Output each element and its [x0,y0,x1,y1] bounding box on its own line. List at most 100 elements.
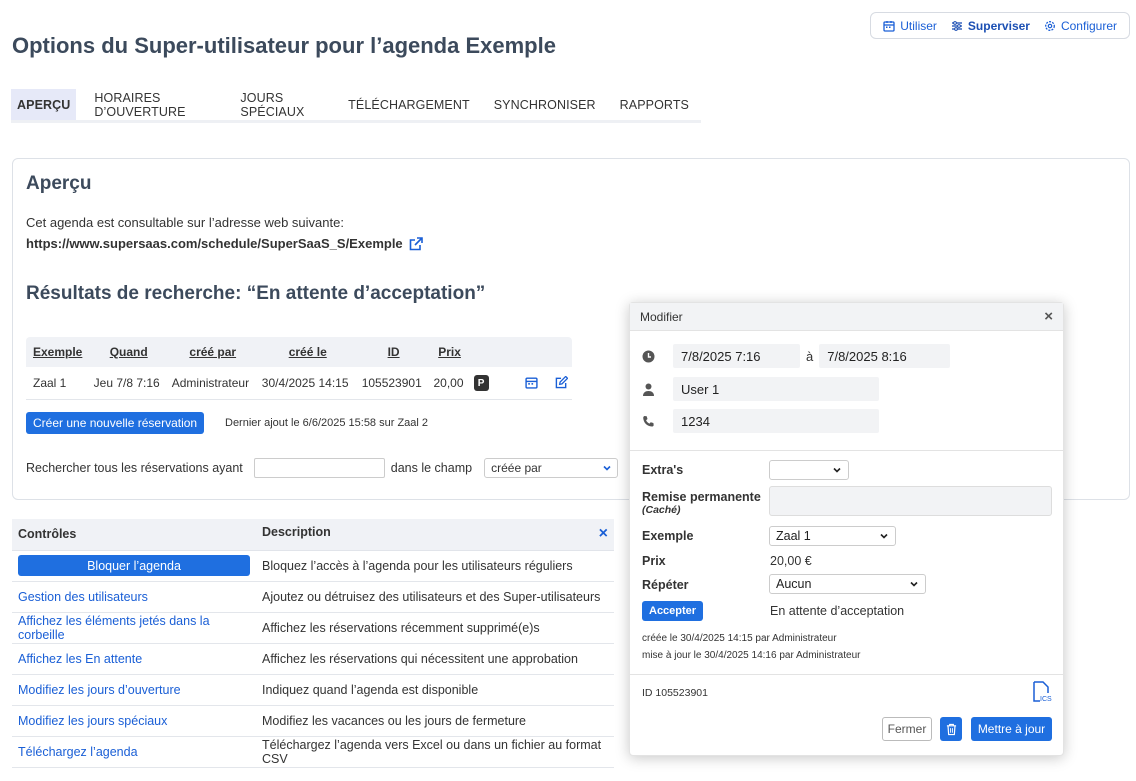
user-field[interactable]: User 1 [673,377,879,401]
edit-opening-days-link[interactable]: Modifiez les jours d’ouverture [18,683,181,697]
tab-opening-hours[interactable]: HORAIRES D’OUVERTURE [82,89,228,120]
table-row: Modifiez les jours d’ouverture Indiquez … [12,674,614,706]
phone-field[interactable]: 1234 [673,409,879,433]
external-link-icon[interactable] [409,236,423,251]
controls-header: Contrôles [12,519,256,551]
last-added-text: Dernier ajout le 6/6/2025 15:58 sur Zaal… [225,417,429,429]
cell-id: 105523901 [357,367,430,400]
payment-badge: P [473,375,489,391]
control-description: Modifiez les vacances ou les jours de fe… [256,705,614,737]
tab-overview[interactable]: APERÇU [11,89,77,120]
phone-row: 1234 [642,409,879,433]
description-header-label: Description [262,525,331,540]
tab-bar: APERÇU HORAIRES D’OUVERTURE JOURS SPÉCIA… [11,89,701,123]
clock-icon [642,350,655,362]
delete-button[interactable] [940,717,962,741]
col-id[interactable]: ID [357,337,430,367]
control-action: Téléchargez l’agenda [12,736,256,768]
ics-file-icon[interactable]: ICS [1032,681,1052,703]
table-row: Modifiez les jours spéciaux Modifiez les… [12,705,614,737]
calendar-icon [883,20,895,32]
schedule-url-text[interactable]: https://www.supersaas.com/schedule/Super… [26,236,403,251]
results-table: Exemple Quand créé par créé le ID Prix Z… [26,337,572,400]
control-description: Indiquez quand l’agenda est disponible [256,674,614,706]
col-cree-par[interactable]: créé par [167,337,258,367]
search-input[interactable] [253,458,385,478]
table-row: Gestion des utilisateurs Ajoutez ou détr… [12,581,614,613]
tab-synchronize[interactable]: SYNCHRONISER [482,89,608,120]
cell-prix: 20,00 [429,367,470,400]
control-description: Affichez les réservations qui nécessiten… [256,643,614,675]
col-quand[interactable]: Quand [89,337,168,367]
show-pending-link[interactable]: Affichez les En attente [18,652,142,666]
search-results-title: Résultats de recherche: “En attente d’ac… [26,283,486,304]
status-text: En attente d’acceptation [770,604,905,618]
gear-icon [1045,20,1055,31]
edit-icon[interactable] [555,375,569,389]
accept-button[interactable]: Accepter [642,601,704,621]
extras-label: Extra's [642,463,684,477]
table-row[interactable]: Zaal 1 Jeu 7/8 7:16 Administrateur 30/4/… [26,367,572,400]
trash-icon [946,723,956,735]
close-icon[interactable]: × [1044,308,1053,325]
discount-label: Remise permanente (Caché) [642,490,761,516]
tab-reports[interactable]: RAPPORTS [608,89,701,120]
col-prix[interactable]: Prix [429,337,470,367]
mode-use[interactable]: Utiliser [883,19,937,33]
repeat-value: Aucun [776,577,812,591]
manage-users-link[interactable]: Gestion des utilisateurs [18,590,148,604]
field-select[interactable]: créée par [484,458,619,478]
control-description: Téléchargez l’agenda vers Excel ou dans … [256,736,614,768]
close-icon[interactable]: × [599,525,608,543]
phone-icon [643,415,654,426]
tab-download[interactable]: TÉLÉCHARGEMENT [336,89,482,120]
discount-hidden-note: (Caché) [642,504,681,516]
mode-use-label: Utiliser [900,18,937,33]
close-button[interactable]: Fermer [882,717,932,741]
divider [630,450,1063,451]
dialog-title: Modifier [640,309,683,324]
edit-dialog: Modifier × 7/8/2025 7:16 à 7/8/2025 8:16… [629,302,1064,756]
show-trash-link[interactable]: Affichez les éléments jetés dans la corb… [18,614,210,642]
created-meta: créée le 30/4/2025 14:15 par Administrat… [642,633,837,644]
extras-select[interactable] [769,460,849,480]
booking-id: ID 105523901 [642,687,708,699]
update-button[interactable]: Mettre à jour [971,717,1052,741]
to-label: à [806,348,814,364]
field-label: dans le champ [390,461,473,475]
discount-label-text: Remise permanente [642,490,761,504]
col-exemple[interactable]: Exemple [26,337,90,367]
chevron-down-icon [833,467,841,473]
mode-configure-label: Configurer [1060,18,1117,33]
col-cree-le[interactable]: créé le [257,337,358,367]
chevron-down-icon [603,465,611,471]
calendar-icon[interactable] [525,376,538,389]
end-datetime-field[interactable]: 7/8/2025 8:16 [819,344,951,368]
mode-switcher: Utiliser Superviser Configurer [870,12,1130,39]
start-datetime-field[interactable]: 7/8/2025 7:16 [673,344,800,368]
mode-supervise[interactable]: Superviser [951,19,1030,33]
chevron-down-icon [910,581,918,587]
create-booking-button[interactable]: Créer une nouvelle réservation [26,412,205,434]
resource-select[interactable]: Zaal 1 [769,526,896,546]
tab-special-days[interactable]: JOURS SPÉCIAUX [228,89,336,120]
resource-label: Exemple [642,529,694,543]
table-row: Téléchargez l’agenda Téléchargez l’agend… [12,736,614,768]
mode-configure[interactable]: Configurer [1044,19,1117,33]
edit-special-days-link[interactable]: Modifiez les jours spéciaux [18,714,167,728]
search-row: Rechercher tous les réservations ayant d… [26,458,619,478]
control-action: Affichez les éléments jetés dans la corb… [12,612,256,644]
user-icon [643,383,654,396]
field-select-value: créée par [491,461,542,475]
dialog-header: Modifier × [630,303,1063,331]
table-row: Bloquer l’agenda Bloquez l’accès à l’age… [12,550,614,582]
search-label: Rechercher tous les réservations ayant [26,461,243,475]
block-schedule-button[interactable]: Bloquer l’agenda [18,555,250,576]
price-label: Prix [642,554,666,568]
sliders-icon [951,20,962,31]
download-schedule-link[interactable]: Téléchargez l’agenda [18,745,138,759]
repeat-select[interactable]: Aucun [769,574,926,594]
discount-textarea[interactable] [769,486,1052,516]
overview-intro: Cet agenda est consultable sur l’adresse… [26,215,344,230]
user-row: User 1 [642,377,879,401]
